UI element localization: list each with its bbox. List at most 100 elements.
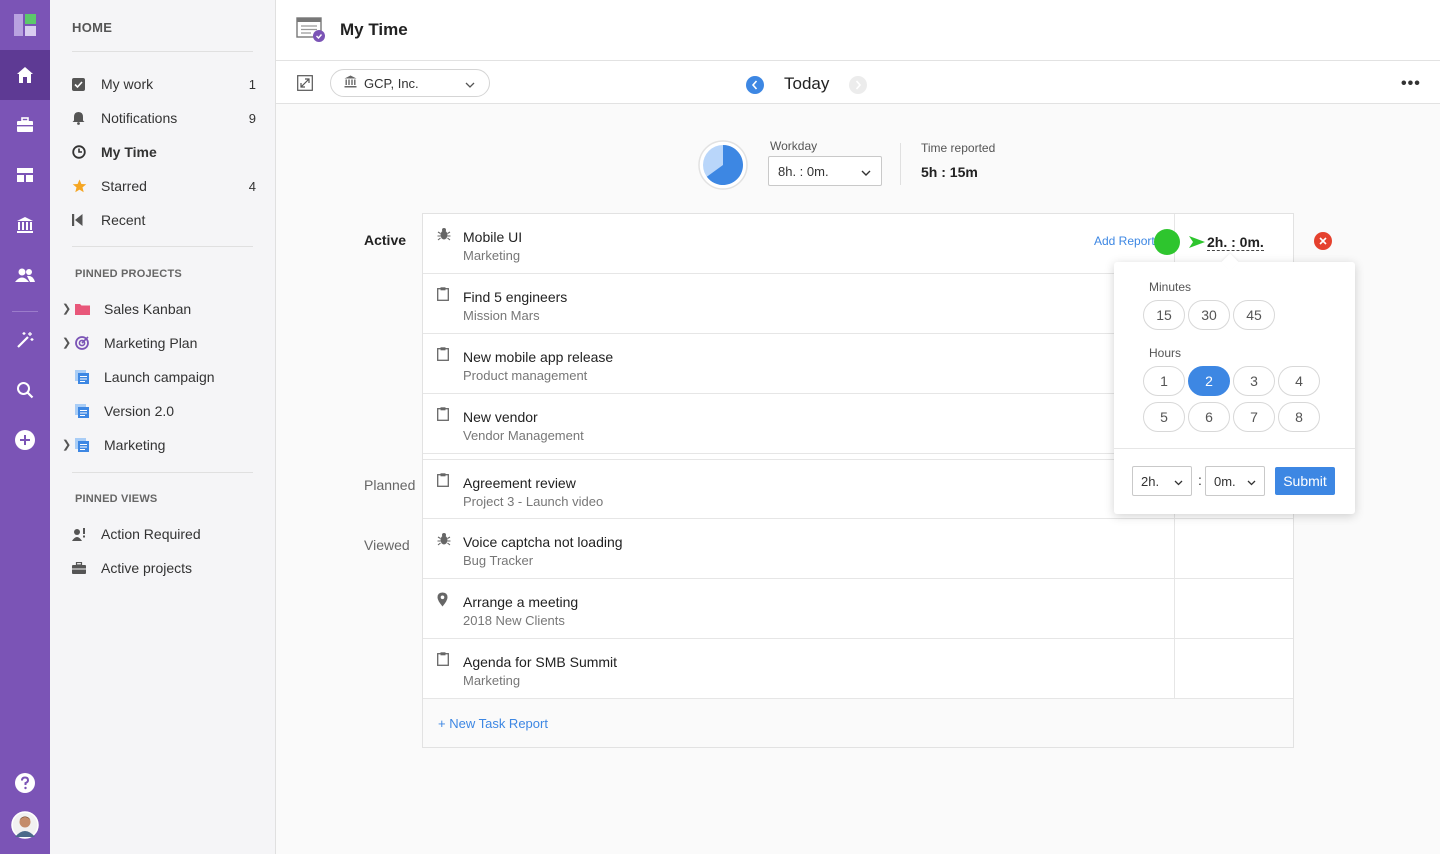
sidebar-item-starred[interactable]: Starred 4 [72,171,262,201]
pinned-project-marketing[interactable]: Marketing [75,430,265,460]
reported-time-value[interactable]: 2h. : 0m. [1207,234,1264,251]
task-project: Marketing [463,673,521,688]
minute-option[interactable]: 45 [1233,300,1275,330]
expand-icon[interactable] [297,75,313,94]
chevron-right-icon [855,80,862,90]
pinned-project-marketing-plan[interactable]: Marketing Plan [75,328,265,358]
group-label-active: Active [364,232,407,248]
next-day-button[interactable] [849,76,867,94]
hour-option-selected[interactable]: 2 [1188,366,1230,396]
time-progress-pie [698,140,748,190]
task-name[interactable]: Agreement review [463,475,576,491]
sidebar-item-label: Active projects [101,560,193,576]
workday-select[interactable]: 8h. : 0m. [768,156,882,186]
sidebar-item-my-work[interactable]: My work 1 [72,69,262,99]
clock-icon [72,145,101,159]
hour-option[interactable]: 3 [1233,366,1275,396]
previous-day-button[interactable] [746,76,764,94]
minutes-select[interactable]: 0m. [1205,466,1265,496]
task-row[interactable]: Arrange a meeting 2018 New Clients [423,579,1293,639]
task-name[interactable]: New vendor [463,409,538,425]
sidebar-item-recent[interactable]: Recent [72,205,262,235]
target-icon [75,336,104,350]
document-icon [75,404,104,418]
task-name[interactable]: Voice captcha not loading [463,534,623,550]
bank-icon[interactable] [0,200,50,250]
document-icon [75,370,104,384]
new-task-report-link[interactable]: + New Task Report [423,699,1293,747]
count-badge: 1 [248,76,256,92]
workday-value: 8h. : 0m. [778,163,829,179]
company-name: GCP, Inc. [364,75,419,91]
sidebar-item-my-time[interactable]: My Time [72,137,262,167]
home-icon[interactable] [0,50,50,100]
magic-wand-icon[interactable] [0,315,50,365]
add-report-link[interactable]: Add Report [1094,234,1155,248]
sidebar-item-notifications[interactable]: Notifications 9 [72,103,262,133]
task-name[interactable]: Arrange a meeting [463,594,578,610]
submit-button[interactable]: Submit [1275,467,1335,495]
hour-option[interactable]: 1 [1143,366,1185,396]
clipboard-icon [437,652,449,669]
clipboard-icon [437,473,449,490]
main-content: My Time GCP, Inc. Today ••• Workday 8h. … [276,0,1440,854]
sidebar-item-label: Notifications [101,110,178,126]
pin-icon [437,592,448,610]
sidebar-item-label: Action Required [101,526,201,542]
current-date-label: Today [784,74,830,93]
task-name[interactable]: Mobile UI [463,229,522,245]
task-name[interactable]: Agenda for SMB Summit [463,654,617,670]
bug-icon [437,532,451,549]
task-row[interactable]: Voice captcha not loading Bug Tracker [423,519,1293,579]
hour-option[interactable]: 5 [1143,402,1185,432]
more-options-icon[interactable]: ••• [1401,75,1421,93]
time-separator: : [1198,472,1202,488]
task-name[interactable]: New mobile app release [463,349,613,365]
briefcase-icon[interactable] [0,100,50,150]
sidebar-item-label: Sales Kanban [104,301,192,317]
group-label-viewed: Viewed [364,537,410,553]
expand-chevron-icon[interactable]: ❯ [62,302,71,315]
workday-label: Workday [770,139,818,153]
hours-select[interactable]: 2h. [1132,466,1192,496]
bug-icon [437,227,451,244]
time-reported-label: Time reported [921,141,996,155]
pinned-view-action-required[interactable]: Action Required [72,519,262,549]
avatar[interactable] [0,800,50,850]
pinned-view-active-projects[interactable]: Active projects [72,553,262,583]
sidebar-home-heading: HOME [72,20,113,35]
sidebar-item-label: Recent [101,212,146,228]
time-picker-popover: Minutes 15 30 45 Hours 1 2 3 4 5 6 7 8 2… [1114,253,1355,514]
bank-icon [344,75,357,91]
task-project: Marketing [463,248,521,263]
hour-option[interactable]: 7 [1233,402,1275,432]
search-icon[interactable] [0,365,50,415]
pinned-project-sales-kanban[interactable]: Sales Kanban [75,294,265,324]
bell-icon [72,111,101,125]
hour-option[interactable]: 8 [1278,402,1320,432]
dashboard-icon[interactable] [0,150,50,200]
checkbox-icon [72,77,101,91]
user-alert-icon [72,527,101,541]
add-icon[interactable] [0,415,50,465]
minute-option[interactable]: 15 [1143,300,1185,330]
task-row[interactable]: Agenda for SMB Summit Marketing [423,639,1293,699]
hour-option[interactable]: 4 [1278,366,1320,396]
task-name[interactable]: Find 5 engineers [463,289,567,305]
count-badge: 9 [248,110,256,126]
sidebar-item-label: Starred [101,178,147,194]
folder-icon [75,303,104,315]
app-logo-icon[interactable] [0,0,50,50]
users-icon[interactable] [0,250,50,300]
company-select[interactable]: GCP, Inc. [330,69,490,97]
chevron-down-icon [465,76,475,91]
hour-option[interactable]: 6 [1188,402,1230,432]
expand-chevron-icon[interactable]: ❯ [62,336,71,349]
expand-chevron-icon[interactable]: ❯ [62,438,71,451]
minute-option[interactable]: 30 [1188,300,1230,330]
pinned-project-launch-campaign[interactable]: Launch campaign [75,362,265,392]
sidebar-item-label: Marketing [104,437,166,453]
pinned-project-version-2-0[interactable]: Version 2.0 [75,396,265,426]
close-icon[interactable] [1314,232,1332,250]
task-project: Project 3 - Launch video [463,494,604,509]
